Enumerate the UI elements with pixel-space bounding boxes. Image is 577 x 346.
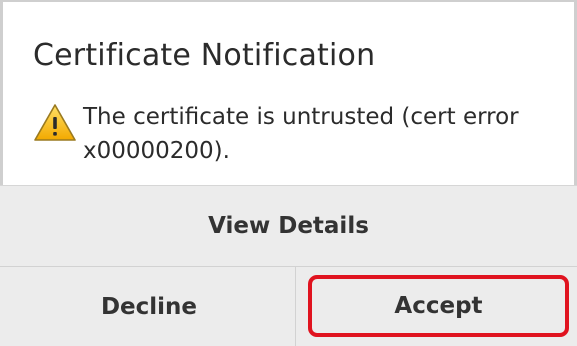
divider-vertical — [295, 267, 296, 346]
warning-triangle-icon — [34, 104, 76, 141]
accept-button[interactable]: Accept — [308, 275, 569, 337]
dialog-title: Certificate Notification — [33, 38, 376, 73]
certificate-dialog: Certificate Notification The certificate… — [0, 0, 577, 346]
view-details-button[interactable]: View Details — [3, 186, 574, 266]
dialog-message: The certificate is untrusted (cert error… — [83, 100, 543, 168]
dialog-message-line-2: x00000200). — [83, 138, 230, 164]
dialog-message-line-1: The certificate is untrusted (cert error — [83, 104, 519, 130]
dialog-border-top — [0, 0, 577, 2]
decline-button[interactable]: Decline — [3, 267, 295, 346]
